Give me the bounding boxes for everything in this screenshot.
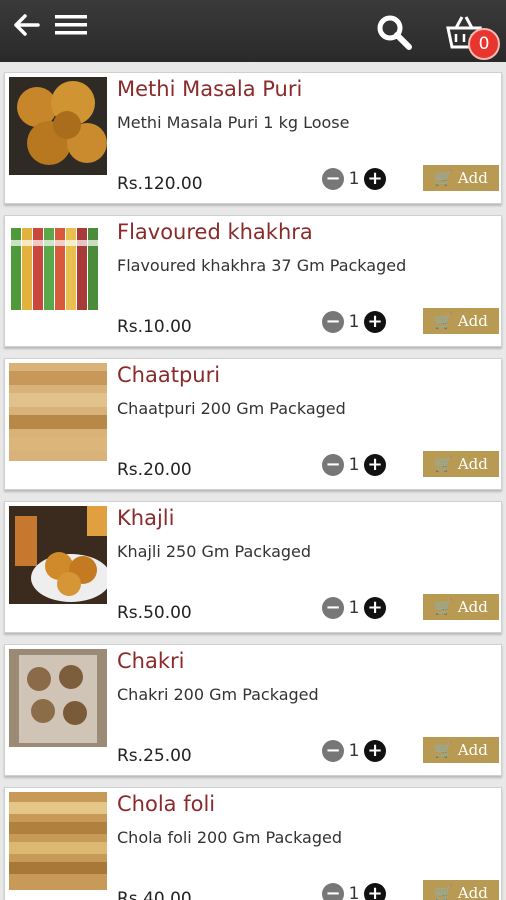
cart-icon: 🛒: [434, 312, 453, 330]
cart-icon: 🛒: [434, 598, 453, 616]
plus-icon[interactable]: +: [364, 740, 386, 762]
add-to-cart-button[interactable]: 🛒 Add: [423, 308, 499, 334]
product-image: [9, 77, 107, 175]
product-price: Rs.20.00: [117, 460, 192, 480]
add-to-cart-button[interactable]: 🛒 Add: [423, 451, 499, 477]
minus-icon[interactable]: −: [322, 740, 344, 762]
quantity-stepper: − 1 +: [322, 310, 386, 334]
product-image: [9, 363, 107, 461]
plus-icon[interactable]: +: [364, 168, 386, 190]
cart-icon: 🛒: [434, 741, 453, 759]
product-title[interactable]: Chola foli: [117, 792, 215, 816]
app-header: 0: [0, 0, 506, 62]
add-to-cart-button[interactable]: 🛒 Add: [423, 880, 499, 900]
minus-icon[interactable]: −: [322, 311, 344, 333]
cart-icon: 🛒: [434, 884, 453, 900]
product-title[interactable]: Chakri: [117, 649, 184, 673]
product-description: Chola foli 200 Gm Packaged: [117, 828, 343, 847]
product-image: [9, 792, 107, 890]
quantity-value: 1: [348, 598, 360, 618]
minus-icon[interactable]: −: [322, 597, 344, 619]
product-card[interactable]: Khajli Khajli 250 Gm Packaged Rs.50.00 −…: [4, 501, 502, 633]
product-description: Chakri 200 Gm Packaged: [117, 685, 319, 704]
plus-icon[interactable]: +: [364, 883, 386, 900]
add-to-cart-button[interactable]: 🛒 Add: [423, 737, 499, 763]
quantity-stepper: − 1 +: [322, 739, 386, 763]
product-price: Rs.50.00: [117, 603, 192, 623]
quantity-stepper: − 1 +: [322, 453, 386, 477]
product-description: Khajli 250 Gm Packaged: [117, 542, 312, 561]
product-card[interactable]: Methi Masala Puri Methi Masala Puri 1 kg…: [4, 72, 502, 204]
product-description: Methi Masala Puri 1 kg Loose: [117, 113, 350, 132]
product-title[interactable]: Chaatpuri: [117, 363, 220, 387]
add-to-cart-button[interactable]: 🛒 Add: [423, 594, 499, 620]
product-description: Chaatpuri 200 Gm Packaged: [117, 399, 346, 418]
product-card[interactable]: Chaatpuri Chaatpuri 200 Gm Packaged Rs.2…: [4, 358, 502, 490]
quantity-stepper: − 1 +: [322, 167, 386, 191]
quantity-stepper: − 1 +: [322, 882, 386, 900]
plus-icon[interactable]: +: [364, 454, 386, 476]
plus-icon[interactable]: +: [364, 597, 386, 619]
add-label: Add: [457, 455, 488, 473]
add-to-cart-button[interactable]: 🛒 Add: [423, 165, 499, 191]
quantity-stepper: − 1 +: [322, 596, 386, 620]
plus-icon[interactable]: +: [364, 311, 386, 333]
product-title[interactable]: Methi Masala Puri: [117, 77, 302, 101]
add-label: Add: [457, 741, 488, 759]
quantity-value: 1: [348, 312, 360, 332]
quantity-value: 1: [348, 169, 360, 189]
cart-icon: 🛒: [434, 169, 453, 187]
product-card[interactable]: Chola foli Chola foli 200 Gm Packaged Rs…: [4, 787, 502, 900]
product-price: Rs.25.00: [117, 746, 192, 766]
arrow-left-icon[interactable]: [10, 8, 44, 42]
product-image: [9, 649, 107, 747]
product-card[interactable]: Flavoured khakhra Flavoured khakhra 37 G…: [4, 215, 502, 347]
cart-icon: 🛒: [434, 455, 453, 473]
product-title[interactable]: Flavoured khakhra: [117, 220, 313, 244]
product-card[interactable]: Chakri Chakri 200 Gm Packaged Rs.25.00 −…: [4, 644, 502, 776]
minus-icon[interactable]: −: [322, 454, 344, 476]
product-list: Methi Masala Puri Methi Masala Puri 1 kg…: [0, 62, 506, 900]
cart-count-badge: 0: [468, 28, 500, 60]
product-description: Flavoured khakhra 37 Gm Packaged: [117, 256, 407, 275]
add-label: Add: [457, 598, 488, 616]
search-icon[interactable]: [372, 10, 416, 54]
product-title[interactable]: Khajli: [117, 506, 174, 530]
product-price: Rs.120.00: [117, 174, 203, 194]
product-price: Rs.40.00: [117, 889, 192, 900]
quantity-value: 1: [348, 741, 360, 761]
add-label: Add: [457, 312, 488, 330]
minus-icon[interactable]: −: [322, 168, 344, 190]
product-price: Rs.10.00: [117, 317, 192, 337]
add-label: Add: [457, 884, 488, 900]
quantity-value: 1: [348, 884, 360, 900]
hamburger-icon[interactable]: [52, 8, 90, 42]
minus-icon[interactable]: −: [322, 883, 344, 900]
product-image: [9, 506, 107, 604]
quantity-value: 1: [348, 455, 360, 475]
product-image: [9, 220, 107, 318]
add-label: Add: [457, 169, 488, 187]
